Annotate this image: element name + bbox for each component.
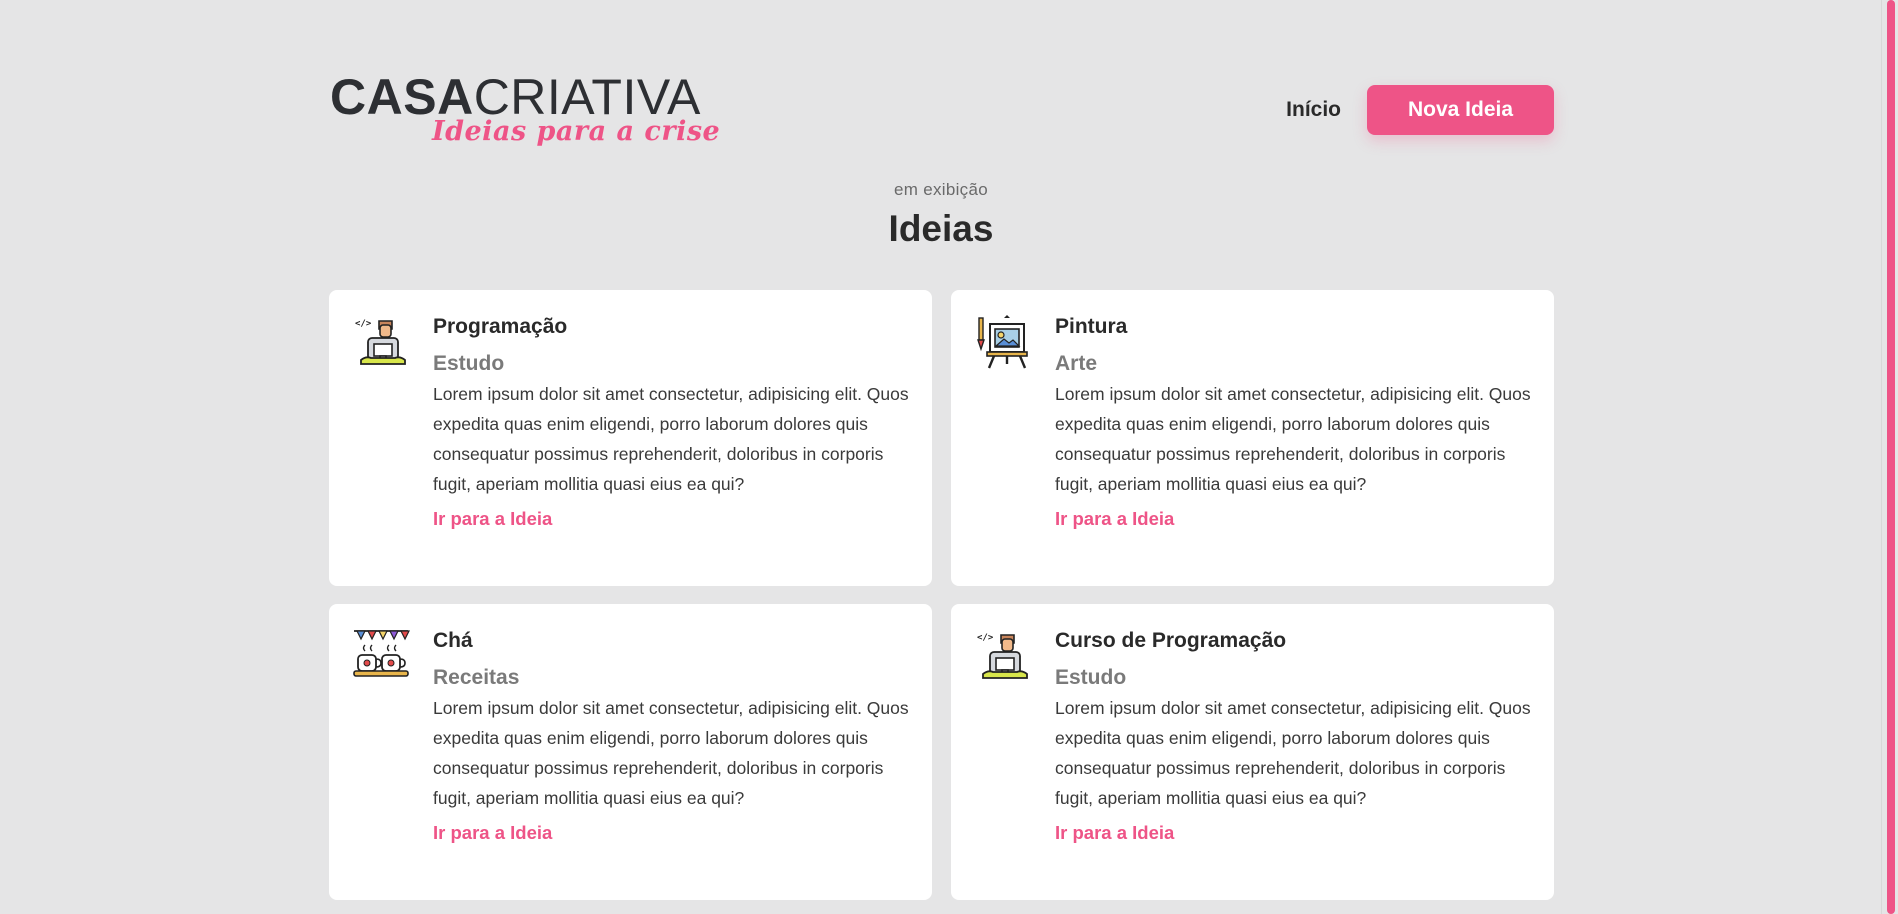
logo-wordmark: CASACRIATIVA [330,72,701,122]
idea-card: </> Curso de Programação Estudo Lorem ip… [951,604,1554,900]
svg-text:</>: </> [977,633,994,643]
card-category: Arte [1055,352,1098,375]
card-category: Receitas [433,666,520,689]
go-to-idea-link[interactable]: Ir para a Ideia [1055,506,1174,532]
go-to-idea-link[interactable]: Ir para a Ideia [433,506,552,532]
page: CASACRIATIVA Ideias para a crise Início … [0,0,1898,914]
card-content: Curso de Programação Estudo Lorem ipsum … [1055,627,1535,846]
go-to-idea-link[interactable]: Ir para a Ideia [433,820,552,846]
card-content: Programação Estudo Lorem ipsum dolor sit… [433,313,913,532]
new-idea-button[interactable]: Nova Ideia [1367,85,1554,135]
idea-card: Pintura Arte Lorem ipsum dolor sit amet … [951,290,1554,586]
section-heading: em exibição Ideias [0,180,1882,250]
nav: Início Nova Ideia [1286,85,1554,135]
logo[interactable]: CASACRIATIVA Ideias para a crise [330,72,720,152]
programmer-icon: </> [355,319,406,365]
idea-card: </> Programação Estudo Lorem ipsum dolor… [329,290,932,586]
card-description: Lorem ipsum dolor sit amet consectetur, … [1055,698,1531,808]
tea-cups-icon [353,630,410,677]
nav-home-link[interactable]: Início [1286,98,1341,122]
card-title: Programação [433,315,568,338]
card-category: Estudo [1055,666,1127,689]
card-category: Estudo [433,352,505,375]
card-content: Chá Receitas Lorem ipsum dolor sit amet … [433,627,913,846]
idea-card: Chá Receitas Lorem ipsum dolor sit amet … [329,604,932,900]
card-description: Lorem ipsum dolor sit amet consectetur, … [1055,384,1531,494]
card-description: Lorem ipsum dolor sit amet consectetur, … [433,384,909,494]
scrollbar-thumb[interactable] [1887,0,1895,914]
scrollbar-track[interactable] [1881,0,1898,914]
card-content: Pintura Arte Lorem ipsum dolor sit amet … [1055,313,1535,532]
header: CASACRIATIVA Ideias para a crise Início … [330,72,1554,152]
programmer-icon: </> [977,633,1028,679]
go-to-idea-link[interactable]: Ir para a Ideia [1055,820,1174,846]
card-title: Chá [433,629,473,652]
section-title: Ideias [888,208,994,249]
painting-easel-icon [977,315,1028,369]
card-description: Lorem ipsum dolor sit amet consectetur, … [433,698,909,808]
card-title: Curso de Programação [1055,629,1287,652]
card-title: Pintura [1055,315,1128,338]
section-subtitle: em exibição [893,180,988,199]
svg-text:</>: </> [355,319,372,329]
logo-tagline: Ideias para a crise [432,116,721,147]
